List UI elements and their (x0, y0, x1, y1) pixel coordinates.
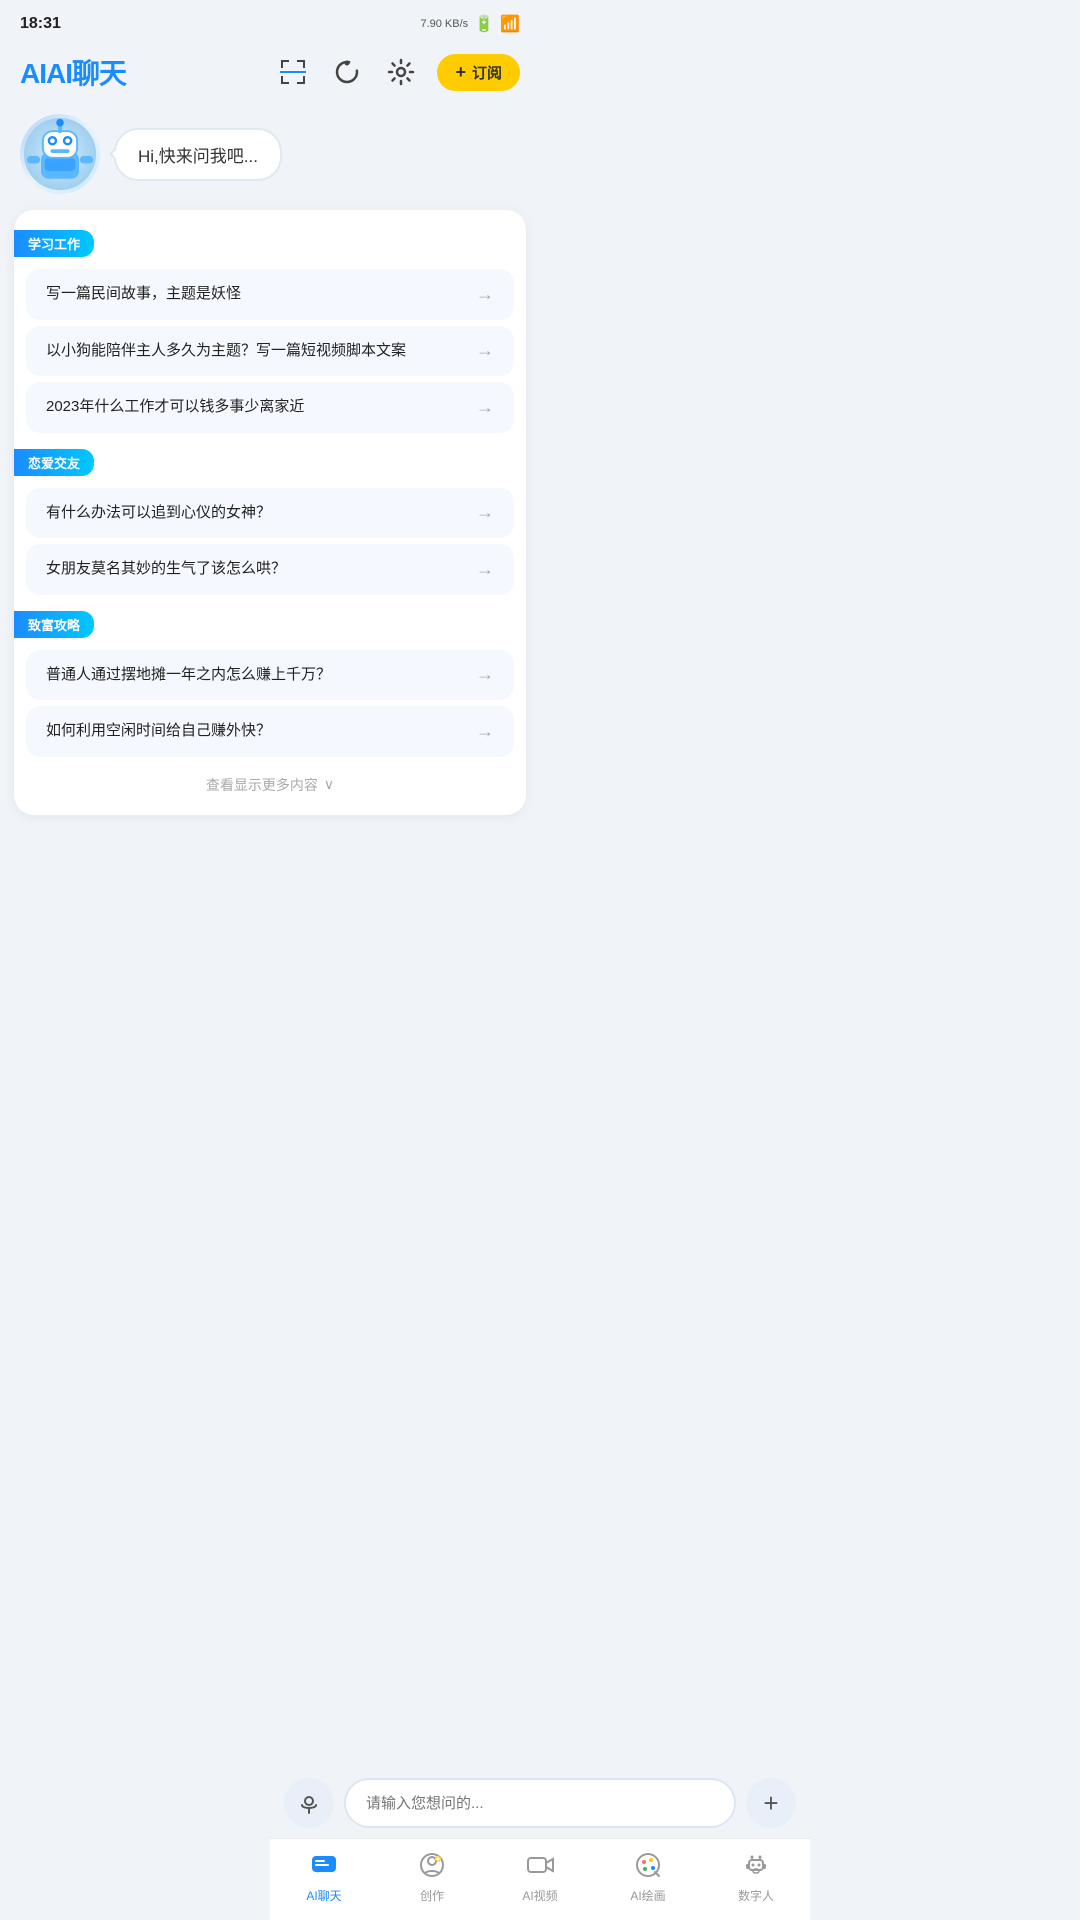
nav-item-aivideo[interactable]: AI视频 (486, 1847, 594, 1904)
nav-icon-aipainting (630, 1847, 666, 1883)
input-area: + (270, 1766, 810, 1840)
speed-text: 7.90 KB/s (420, 18, 468, 30)
battery-icon: 🔋 (474, 14, 494, 34)
suggestion-text: 以小狗能陪伴主人多久为主题？写一篇短视频脚本文案 (46, 340, 464, 363)
header: AIAI聊天 (0, 44, 540, 104)
nav-item-aichat[interactable]: AI聊天 (270, 1847, 378, 1904)
category-label-study: 学习工作 (14, 230, 94, 257)
arrow-icon: → (476, 284, 494, 305)
suggestion-text: 2023年什么工作才可以钱多事少离家近 (46, 396, 464, 419)
suggestion-item[interactable]: 女朋友莫名其妙的生气了该怎么哄？ → (26, 544, 514, 595)
nav-item-digitalhuman[interactable]: 数字人 (702, 1847, 810, 1904)
chevron-down-icon: ∨ (324, 776, 334, 793)
nav-label-aivideo: AI视频 (522, 1887, 557, 1904)
show-more-button[interactable]: 查看显示更多内容 ∨ (14, 763, 526, 799)
arrow-icon: → (476, 397, 494, 418)
suggestion-text: 写一篇民间故事，主题是妖怪 (46, 283, 464, 306)
arrow-icon: → (476, 340, 494, 361)
suggestion-item[interactable]: 有什么办法可以追到心仪的女神？ → (26, 488, 514, 539)
robot-avatar (20, 114, 100, 194)
voice-button[interactable] (284, 1778, 334, 1828)
category-section-study: 学习工作 写一篇民间故事，主题是妖怪 → 以小狗能陪伴主人多久为主题？写一篇短视… (14, 220, 526, 433)
suggestion-text: 如何利用空闲时间给自己赚外快？ (46, 720, 464, 743)
nav-label-aichat: AI聊天 (306, 1887, 341, 1904)
logo-chat: AI聊天 (46, 58, 126, 89)
arrow-icon: → (476, 502, 494, 523)
suggestion-item[interactable]: 2023年什么工作才可以钱多事少离家近 → (26, 382, 514, 433)
suggestion-item[interactable]: 普通人通过摆地摊一年之内怎么赚上千万？ → (26, 650, 514, 701)
header-icons: + 订阅 (275, 54, 520, 91)
suggestion-item[interactable]: 写一篇民间故事，主题是妖怪 → (26, 269, 514, 320)
app-logo: AIAI聊天 (20, 52, 126, 92)
arrow-icon: → (476, 559, 494, 580)
settings-icon[interactable] (383, 54, 419, 90)
scan-icon[interactable] (275, 54, 311, 90)
logo-ai: AI (20, 58, 46, 89)
nav-icon-create (414, 1847, 450, 1883)
category-label-wealth: 致富攻略 (14, 611, 94, 638)
greeting-text: Hi,快来问我吧... (138, 147, 258, 166)
category-section-love: 恋爱交友 有什么办法可以追到心仪的女神？ → 女朋友莫名其妙的生气了该怎么哄？ … (14, 439, 526, 595)
suggestion-item[interactable]: 如何利用空闲时间给自己赚外快？ → (26, 706, 514, 757)
suggestions-card: 学习工作 写一篇民间故事，主题是妖怪 → 以小狗能陪伴主人多久为主题？写一篇短视… (14, 210, 526, 815)
speech-bubble: Hi,快来问我吧... (114, 128, 282, 181)
status-time: 18:31 (20, 15, 61, 33)
nav-icon-aivideo (522, 1847, 558, 1883)
suggestion-text: 有什么办法可以追到心仪的女神？ (46, 502, 464, 525)
greeting-area: Hi,快来问我吧... (0, 104, 540, 210)
suggestion-text: 普通人通过摆地摊一年之内怎么赚上千万？ (46, 664, 464, 687)
suggestion-text: 女朋友莫名其妙的生气了该怎么哄？ (46, 558, 464, 581)
wifi-icon: 📶 (500, 14, 520, 34)
status-right: 7.90 KB/s 🔋 📶 (420, 14, 520, 34)
show-more-text: 查看显示更多内容 (206, 775, 318, 795)
nav-label-aipainting: AI绘画 (630, 1887, 665, 1904)
nav-icon-digitalhuman (738, 1847, 774, 1883)
suggestion-item[interactable]: 以小狗能陪伴主人多久为主题？写一篇短视频脚本文案 → (26, 326, 514, 377)
bottom-nav: AI聊天 创作 AI视频 (270, 1838, 810, 1920)
nav-icon-aichat (306, 1847, 342, 1883)
chat-input[interactable] (344, 1778, 736, 1828)
plus-icon: + (763, 1790, 778, 1816)
subscribe-label: 订阅 (472, 62, 502, 83)
refresh-icon[interactable] (329, 54, 365, 90)
subscribe-plus: + (455, 62, 466, 83)
arrow-icon: → (476, 664, 494, 685)
status-bar: 18:31 7.90 KB/s 🔋 📶 (0, 0, 540, 44)
nav-label-digitalhuman: 数字人 (738, 1887, 774, 1904)
category-label-love: 恋爱交友 (14, 449, 94, 476)
subscribe-button[interactable]: + 订阅 (437, 54, 520, 91)
nav-item-create[interactable]: 创作 (378, 1847, 486, 1904)
add-button[interactable]: + (746, 1778, 796, 1828)
arrow-icon: → (476, 721, 494, 742)
category-section-wealth: 致富攻略 普通人通过摆地摊一年之内怎么赚上千万？ → 如何利用空闲时间给自己赚外… (14, 601, 526, 757)
nav-label-create: 创作 (420, 1887, 444, 1904)
nav-item-aipainting[interactable]: AI绘画 (594, 1847, 702, 1904)
